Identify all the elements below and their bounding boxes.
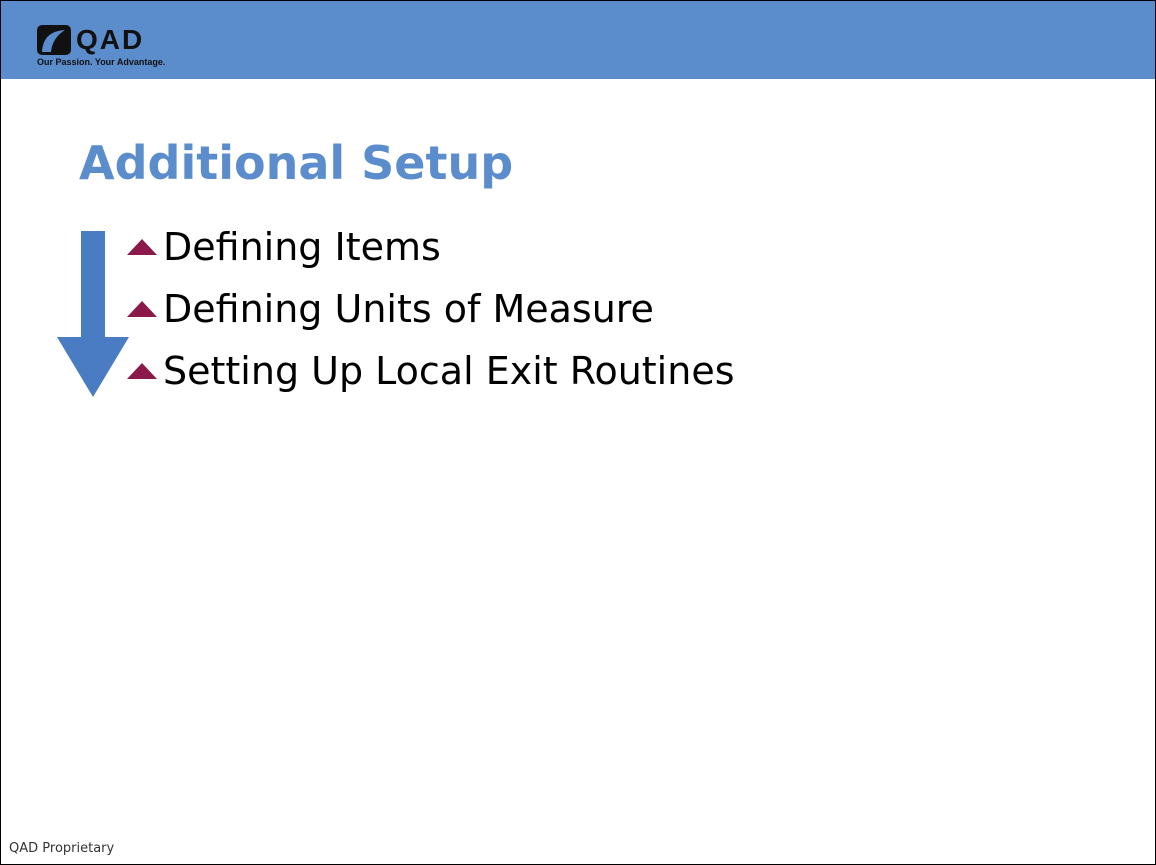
- bullet-text: Defining Units of Measure: [163, 287, 654, 331]
- triangle-up-icon: [127, 239, 157, 255]
- logo-wordmark: QAD: [76, 24, 145, 55]
- qad-logo-icon: [37, 25, 71, 55]
- qad-logo: QAD Our Passion. Your Advantage.: [37, 25, 197, 69]
- triangle-up-icon: [127, 301, 157, 317]
- down-arrow-icon: [57, 231, 129, 397]
- logo-tagline: Our Passion. Your Advantage.: [37, 57, 166, 67]
- footer-text: QAD Proprietary: [9, 841, 115, 856]
- slide-title: Additional Setup: [79, 136, 514, 190]
- bullet-text: Defining Items: [163, 225, 441, 269]
- bullet-text: Setting Up Local Exit Routines: [163, 349, 735, 393]
- header-band: QAD Our Passion. Your Advantage.: [1, 1, 1155, 79]
- slide: QAD Our Passion. Your Advantage. Additio…: [0, 0, 1156, 865]
- triangle-up-icon: [127, 363, 157, 379]
